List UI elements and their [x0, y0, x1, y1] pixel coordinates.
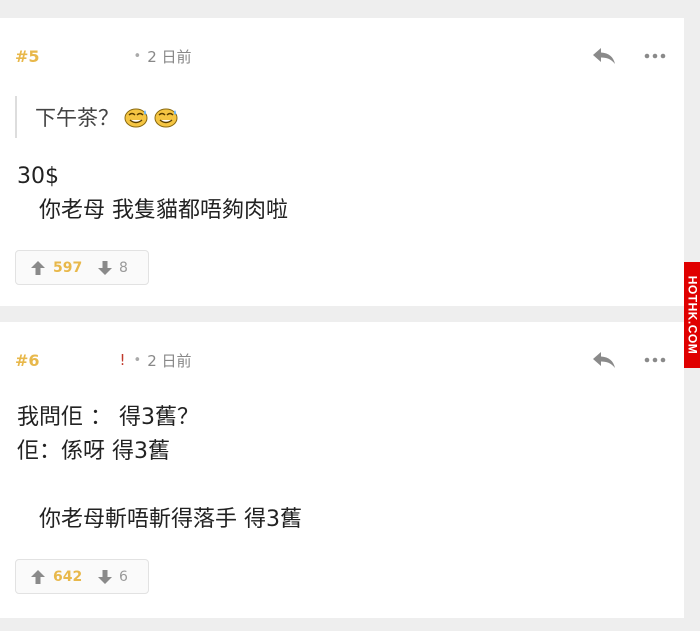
post-content: 我問佢 ： 得3舊？ 佢：係呀 得3舊 你老母斬唔斬得落手 得3舊 — [17, 405, 302, 532]
more-dots-icon[interactable] — [644, 52, 666, 60]
upvote-button[interactable]: 642 — [30, 569, 87, 585]
vote-box: 597 8 — [15, 250, 149, 285]
separator-dot: • — [133, 352, 142, 368]
post-header: #6 ! • 2 日前 — [15, 348, 192, 372]
floor-number[interactable]: #5 — [15, 47, 40, 66]
post-6: #6 ! • 2 日前 我問佢 ： 得3舊？ 佢：係呀 得3舊 你老母斬唔斬得落… — [0, 322, 684, 618]
reply-icon[interactable] — [591, 46, 617, 66]
more-dots-icon[interactable] — [644, 356, 666, 364]
username[interactable]: ! — [50, 351, 126, 369]
post-actions — [591, 350, 666, 370]
separator-dot: • — [133, 48, 142, 64]
arrow-down-icon — [98, 260, 112, 275]
floor-number[interactable]: #6 — [15, 351, 40, 370]
arrow-up-icon — [31, 260, 45, 275]
sweat-emoji-icon — [154, 108, 178, 128]
downvote-count: 6 — [119, 568, 128, 585]
quote-text: 下午茶？ — [35, 106, 119, 130]
post-time: 2 日前 — [147, 47, 192, 66]
downvote-count: 8 — [119, 259, 128, 276]
sweat-emoji-icon — [124, 108, 148, 128]
vote-box: 642 6 — [15, 559, 149, 594]
watermark-text: HOTHK.COM — [685, 275, 699, 355]
watermark-badge: HOTHK.COM — [684, 262, 700, 368]
post-actions — [591, 46, 666, 66]
upvote-button[interactable]: 597 — [30, 260, 87, 276]
arrow-up-icon — [31, 569, 45, 584]
quote-block: 下午茶？ — [15, 96, 179, 138]
downvote-button[interactable]: 6 — [97, 569, 128, 585]
upvote-count: 642 — [53, 568, 83, 585]
post-header: #5 • 2 日前 — [15, 44, 192, 68]
post-time: 2 日前 — [147, 351, 192, 370]
post-5: #5 • 2 日前 下午茶？ 30$ 你老母 我隻貓都唔夠肉啦 597 8 — [0, 18, 684, 306]
reply-icon[interactable] — [591, 350, 617, 370]
post-content: 30$ 你老母 我隻貓都唔夠肉啦 — [17, 164, 288, 223]
arrow-down-icon — [98, 569, 112, 584]
downvote-button[interactable]: 8 — [97, 260, 128, 276]
upvote-count: 597 — [53, 259, 83, 276]
